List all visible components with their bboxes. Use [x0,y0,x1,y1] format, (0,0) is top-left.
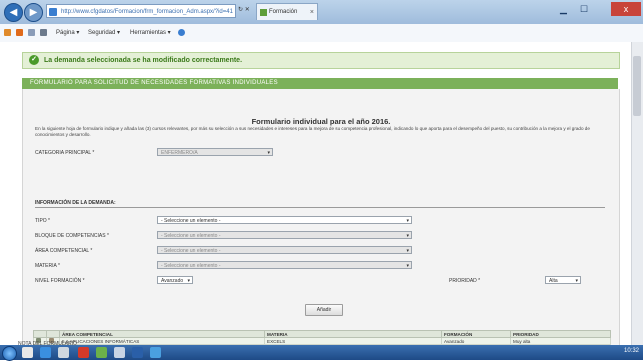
menu-herramientas[interactable]: Herramientas ▾ [130,29,171,36]
menu-seguridad[interactable]: Seguridad ▾ [88,29,120,36]
menu-pagina[interactable]: Página ▾ [56,29,79,36]
media-icon[interactable] [78,347,89,358]
tab-favicon-icon [260,9,267,16]
start-button[interactable] [2,346,17,361]
command-bar: Página ▾ Seguridad ▾ Herramientas ▾ [0,24,643,43]
chevron-down-icon: ▾ [187,278,190,284]
chevron-down-icon: ▾ [406,218,409,224]
system-clock: 10:32 [623,348,639,354]
categoria-select[interactable]: ENFERMERO/A ▾ [157,148,273,156]
table-header [33,330,47,338]
tipo-select[interactable]: - Seleccione un elemento - ▾ [157,216,412,224]
app-icon[interactable] [114,347,125,358]
home-icon[interactable] [4,29,13,36]
scrollbar-thumb[interactable] [633,56,641,116]
categoria-label: CATEGORIA PRINCIPAL * [35,150,95,156]
bloque-select[interactable]: - Seleccione un elemento - ▾ [157,231,412,239]
bloque-label: BLOQUE DE COMPETENCIAS * [35,233,109,239]
minimize-icon[interactable]: ▁ [560,4,567,15]
table-header: PRIORIDAD [510,330,611,338]
add-button[interactable]: Añadir [305,304,343,316]
success-message: ✓ La demanda seleccionada se ha modificad… [22,52,620,69]
address-bar[interactable]: http://www.cfgdatos/Formacion/frm_formac… [46,4,236,18]
section-divider [35,207,605,208]
help-icon[interactable] [178,29,187,36]
form-header: FORMULARIO PARA SOLICITUD DE NECESIDADES… [22,78,618,89]
tab-close-icon[interactable]: × [310,4,314,21]
feeds-icon[interactable] [16,29,25,36]
form-panel: Formulario individual para el año 2016. … [22,89,620,359]
chevron-down-icon: ▾ [406,248,409,254]
taskbar: 10:32 [0,345,643,361]
table-cell: Avanzado [441,337,511,345]
mail-icon[interactable] [28,29,37,36]
nivel-select[interactable]: Avanzado ▾ [157,276,193,284]
chart-icon[interactable] [96,347,107,358]
materia-select[interactable]: - Seleccione un elemento - ▾ [157,261,412,269]
area-label: ÁREA COMPETENCIAL * [35,248,93,254]
section-title: INFORMACIÓN DE LA DEMANDA: [35,200,116,206]
chevron-down-icon: ▾ [406,233,409,239]
form-intro-text: En la siguiente hoja de formulario indiq… [35,126,590,137]
chevron-down-icon: ▾ [406,263,409,269]
table-header: MATERIA [264,330,442,338]
prioridad-select[interactable]: Alta ▾ [545,276,581,284]
maximize-icon[interactable]: ☐ [580,4,588,15]
print-icon[interactable] [40,29,49,36]
table-cell: Muy alta [510,337,611,345]
back-icon[interactable]: ◀ [4,3,23,22]
prioridad-label: PRIORIDAD * [449,278,481,284]
table-header-row: ÁREA COMPETENCIAL MATERIA FORMACIÓN PRIO… [33,330,611,338]
folder-icon[interactable] [58,347,69,358]
table-header: ÁREA COMPETENCIAL [59,330,265,338]
page-content: ✓ La demanda seleccionada se ha modificad… [0,42,632,359]
materia-label: MATERIA * [35,263,60,269]
word-icon[interactable] [132,347,143,358]
browser-title-bar: ◀ ▶ http://www.cfgdatos/Formacion/frm_fo… [0,0,643,24]
vertical-scrollbar[interactable] [631,42,643,345]
chevron-down-icon: ▾ [267,150,270,156]
window-close-button[interactable]: x [611,2,641,16]
explorer-icon[interactable] [22,347,33,358]
form-title: Formulario individual para el año 2016. [251,117,391,126]
table-cell: 5.1 APLICACIONES INFORMÁTICAS [59,337,265,345]
site-favicon-icon [49,8,57,16]
check-icon: ✓ [29,55,39,66]
table-row: 5.1 APLICACIONES INFORMÁTICAS EXCELS Ava… [33,337,611,345]
table-header [46,330,60,338]
tipo-label: TIPO * [35,218,51,224]
refresh-icon[interactable]: ↻ ✕ [238,6,250,13]
table-cell: EXCELS [264,337,442,345]
browser-tab[interactable]: Formación × [256,3,318,20]
nivel-label: NIVEL FORMACIÓN * [35,278,85,284]
browser-icon[interactable] [40,347,51,358]
ie-icon[interactable] [150,347,161,358]
area-select[interactable]: - Seleccione un elemento - ▾ [157,246,412,254]
table-header: FORMACIÓN [441,330,511,338]
forward-icon[interactable]: ▶ [24,3,43,22]
chevron-down-icon: ▾ [575,278,578,284]
